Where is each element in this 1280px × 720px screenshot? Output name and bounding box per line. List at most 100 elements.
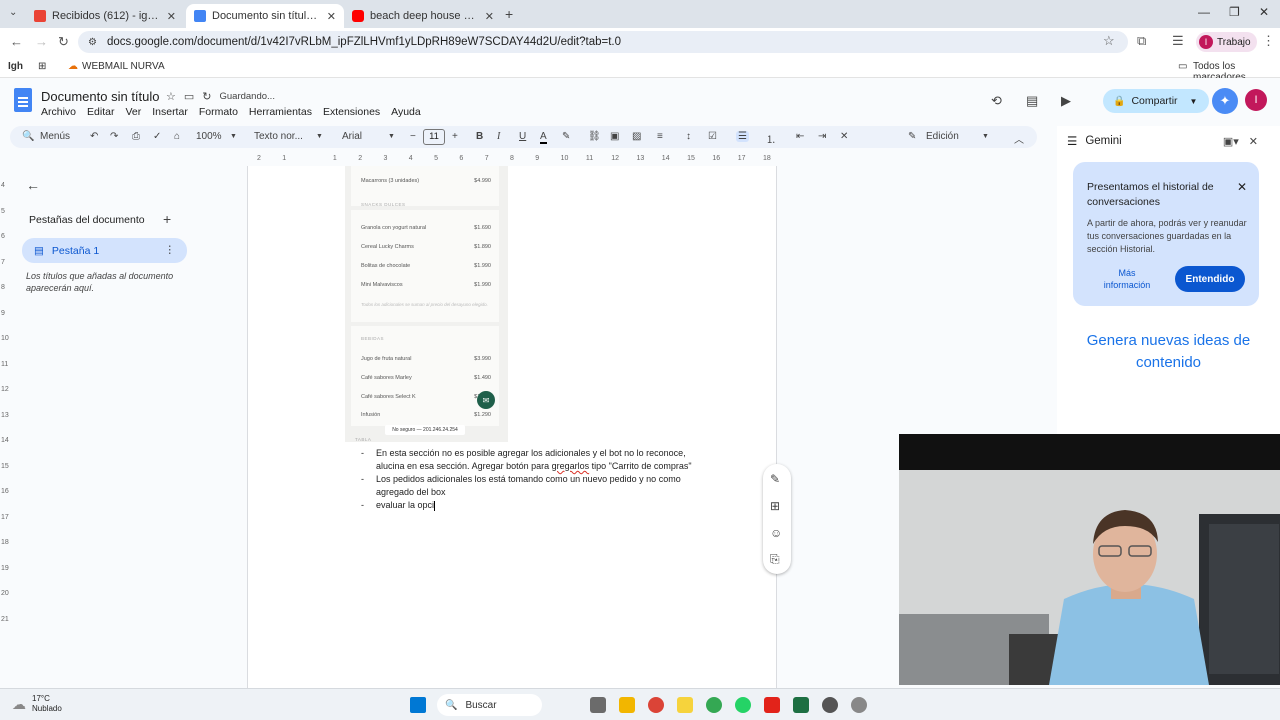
decrease-indent-icon[interactable]: ⇤: [796, 131, 804, 142]
align-icon[interactable]: ≡: [657, 131, 663, 142]
meet-icon[interactable]: ▶: [1061, 93, 1071, 109]
comments-icon[interactable]: ▤: [1026, 93, 1038, 109]
settings-icon[interactable]: [851, 697, 867, 713]
star-icon[interactable]: ☆: [166, 90, 176, 103]
font-size-input[interactable]: 11: [423, 129, 445, 145]
window-close-button[interactable]: ✕: [1259, 5, 1269, 19]
apps-grid-icon[interactable]: ⊞: [38, 61, 46, 72]
chrome-menu-icon[interactable]: ⋮: [1262, 33, 1275, 49]
forward-icon[interactable]: →: [35, 34, 48, 49]
whatsapp-icon[interactable]: [735, 697, 751, 713]
close-icon[interactable]: ✕: [1249, 135, 1258, 148]
back-icon[interactable]: ←: [10, 34, 23, 49]
bookmark-webmail[interactable]: WEBMAIL NURVA: [82, 61, 165, 72]
weather-widget[interactable]: ☁ 17°C Nublado: [12, 694, 62, 714]
bulleted-list-icon[interactable]: ☰: [736, 131, 749, 142]
acrobat-icon[interactable]: [764, 697, 780, 713]
numbered-list-icon[interactable]: ⒈: [766, 131, 776, 146]
menu-archivo[interactable]: Archivo: [41, 106, 76, 118]
chevron-down-icon[interactable]: ▼: [982, 133, 989, 140]
bookmark-igh[interactable]: Igh: [8, 61, 23, 72]
panel-layout-icon[interactable]: ▣▾: [1223, 135, 1239, 148]
menu-icon[interactable]: ☰: [1067, 134, 1077, 148]
add-comment-icon[interactable]: ▣: [610, 131, 619, 142]
search-icon[interactable]: 🔍: [22, 131, 34, 142]
excel-icon[interactable]: [793, 697, 809, 713]
redo-icon[interactable]: ↷: [110, 131, 118, 142]
bold-icon[interactable]: B: [476, 131, 483, 142]
taskbar-search[interactable]: 🔍 Buscar: [437, 694, 542, 716]
italic-icon[interactable]: I: [497, 131, 500, 142]
mode-select[interactable]: Edición: [926, 131, 959, 142]
browser-tab-gmail[interactable]: Recibidos (612) - ignacio@twin ✕: [26, 4, 184, 28]
style-select[interactable]: Texto nor...: [254, 131, 303, 142]
underline-icon[interactable]: U: [519, 131, 526, 142]
account-avatar[interactable]: I: [1245, 89, 1267, 111]
sticky-notes-icon[interactable]: [677, 697, 693, 713]
got-it-button[interactable]: Entendido: [1175, 266, 1245, 292]
close-icon[interactable]: ✕: [167, 10, 176, 23]
add-comment-icon[interactable]: ⊞: [770, 499, 780, 513]
print-icon[interactable]: ⎙: [132, 131, 140, 142]
chevron-down-icon[interactable]: ▼: [230, 133, 237, 140]
site-info-icon[interactable]: ⚙: [88, 37, 97, 48]
spellcheck-icon[interactable]: ✓: [153, 131, 161, 142]
decrease-font-icon[interactable]: −: [410, 131, 416, 142]
minimize-button[interactable]: —: [1198, 5, 1210, 19]
url-field[interactable]: ⚙ docs.google.com/document/d/1v42I7vRLbM…: [78, 31, 1128, 53]
suggest-edits-icon[interactable]: ⎘: [770, 552, 780, 567]
text-color-icon[interactable]: A: [540, 131, 547, 144]
more-options-icon[interactable]: ⋮: [165, 244, 176, 256]
extensions-icon[interactable]: ⧉: [1137, 33, 1146, 49]
back-arrow-icon[interactable]: ←: [26, 177, 40, 193]
menu-ayuda[interactable]: Ayuda: [391, 106, 421, 118]
menu-extensiones[interactable]: Extensiones: [323, 106, 380, 118]
insert-image-icon[interactable]: ▨: [632, 131, 641, 142]
chevron-down-icon[interactable]: ▼: [388, 133, 395, 140]
undo-icon[interactable]: ↶: [90, 131, 98, 142]
increase-font-icon[interactable]: +: [452, 131, 458, 142]
paint-format-icon[interactable]: ⌂: [174, 131, 180, 142]
checklist-icon[interactable]: ☑: [708, 131, 717, 142]
file-explorer-icon[interactable]: [619, 697, 635, 713]
document-page[interactable]: Macarrons (3 unidades) $4.990 SNACKS DULC…: [247, 166, 777, 688]
close-icon[interactable]: ✕: [485, 10, 494, 23]
reload-icon[interactable]: ↻: [58, 34, 69, 50]
tab-search-icon[interactable]: ⌄: [9, 7, 17, 18]
bookmark-star-icon[interactable]: ☆: [1103, 33, 1115, 49]
gemini-sparkle-icon[interactable]: ✦: [1212, 88, 1238, 114]
emoji-reaction-icon[interactable]: ☺: [770, 526, 782, 540]
menus-search[interactable]: Menús: [40, 131, 70, 142]
chrome-profile-icon[interactable]: [706, 697, 722, 713]
more-info-link[interactable]: Más información: [1095, 267, 1159, 291]
zoom-select[interactable]: 100%: [196, 131, 222, 142]
menu-insertar[interactable]: Insertar: [152, 106, 188, 118]
doc-tab-item[interactable]: ▤ Pestaña 1 ⋮: [22, 238, 187, 263]
font-select[interactable]: Arial: [342, 131, 362, 142]
line-spacing-icon[interactable]: ↕: [686, 131, 691, 142]
menu-ver[interactable]: Ver: [125, 106, 141, 118]
reading-list-icon[interactable]: ☰: [1172, 33, 1184, 49]
chevron-down-icon[interactable]: ▼: [1190, 97, 1198, 106]
task-view-icon[interactable]: [590, 697, 606, 713]
version-history-icon[interactable]: ⟲: [991, 93, 1002, 109]
docs-home-icon[interactable]: [14, 88, 32, 112]
close-icon[interactable]: ✕: [1237, 180, 1247, 194]
close-icon[interactable]: ✕: [327, 10, 336, 23]
move-folder-icon[interactable]: ▭: [184, 90, 194, 103]
chrome-icon[interactable]: [648, 697, 664, 713]
chevron-down-icon[interactable]: ▼: [316, 133, 323, 140]
list-item[interactable]: Los pedidos adicionales los está tomando…: [361, 473, 711, 499]
link-icon[interactable]: ⛓: [588, 131, 601, 142]
help-me-write-icon[interactable]: ✎: [770, 472, 780, 486]
start-icon[interactable]: [410, 697, 426, 713]
menu-formato[interactable]: Formato: [199, 106, 238, 118]
browser-tab-youtube[interactable]: beach deep house mix - Yo ✕: [344, 4, 502, 28]
increase-indent-icon[interactable]: ⇥: [818, 131, 826, 142]
share-button[interactable]: 🔒 Compartir ▼: [1103, 89, 1209, 113]
collapse-toolbar-icon[interactable]: ︿: [1014, 131, 1024, 146]
browser-tab-docs[interactable]: Documento sin título - Docume ✕: [186, 4, 344, 28]
document-title[interactable]: Documento sin título: [41, 89, 160, 104]
profile-chip[interactable]: I Trabajo: [1196, 32, 1257, 52]
new-tab-button[interactable]: +: [505, 6, 513, 22]
